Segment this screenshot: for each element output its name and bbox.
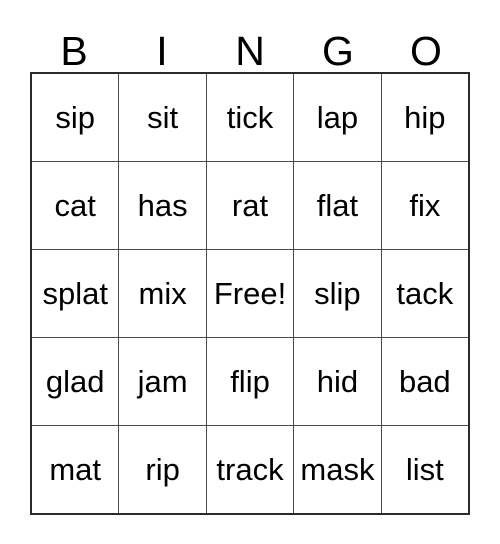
bingo-header-letter-n: N <box>235 28 265 74</box>
bingo-cell-n2[interactable]: rat <box>207 162 295 249</box>
bingo-cell-b2[interactable]: cat <box>32 162 120 249</box>
bingo-grid: sip sit tick lap hip cat has rat flat fi… <box>30 72 470 515</box>
bingo-row: sip sit tick lap hip <box>32 74 468 162</box>
bingo-cell-o4[interactable]: bad <box>382 338 468 425</box>
bingo-cell-i3[interactable]: mix <box>119 250 207 337</box>
bingo-cell-g3[interactable]: slip <box>294 250 382 337</box>
bingo-cell-b1[interactable]: sip <box>32 74 120 161</box>
bingo-cell-n5[interactable]: track <box>207 426 295 513</box>
bingo-cell-g5[interactable]: mask <box>294 426 382 513</box>
bingo-cell-i2[interactable]: has <box>119 162 207 249</box>
bingo-cell-o3[interactable]: tack <box>382 250 468 337</box>
bingo-cell-b5[interactable]: mat <box>32 426 120 513</box>
bingo-cell-g2[interactable]: flat <box>294 162 382 249</box>
bingo-row: mat rip track mask list <box>32 426 468 513</box>
bingo-cell-o5[interactable]: list <box>382 426 468 513</box>
bingo-cell-n4[interactable]: flip <box>207 338 295 425</box>
bingo-header-letter-o: O <box>410 28 442 74</box>
bingo-cell-i1[interactable]: sit <box>119 74 207 161</box>
bingo-row: splat mix Free! slip tack <box>32 250 468 338</box>
bingo-header-letter-b: B <box>60 28 88 74</box>
bingo-cell-i5[interactable]: rip <box>119 426 207 513</box>
bingo-header-letter-g: G <box>322 28 354 74</box>
bingo-header-letter-i: I <box>156 28 168 74</box>
bingo-cell-n1[interactable]: tick <box>207 74 295 161</box>
bingo-cell-g1[interactable]: lap <box>294 74 382 161</box>
bingo-row: cat has rat flat fix <box>32 162 468 250</box>
bingo-cell-i4[interactable]: jam <box>119 338 207 425</box>
bingo-cell-b3[interactable]: splat <box>32 250 120 337</box>
bingo-header-row: B I N G O <box>30 22 470 72</box>
bingo-cell-b4[interactable]: glad <box>32 338 120 425</box>
bingo-cell-free-space[interactable]: Free! <box>207 250 295 337</box>
bingo-card: B I N G O sip sit tick lap hip cat has r… <box>0 0 500 544</box>
bingo-cell-o1[interactable]: hip <box>382 74 468 161</box>
bingo-cell-o2[interactable]: fix <box>382 162 468 249</box>
bingo-cell-g4[interactable]: hid <box>294 338 382 425</box>
bingo-row: glad jam flip hid bad <box>32 338 468 426</box>
